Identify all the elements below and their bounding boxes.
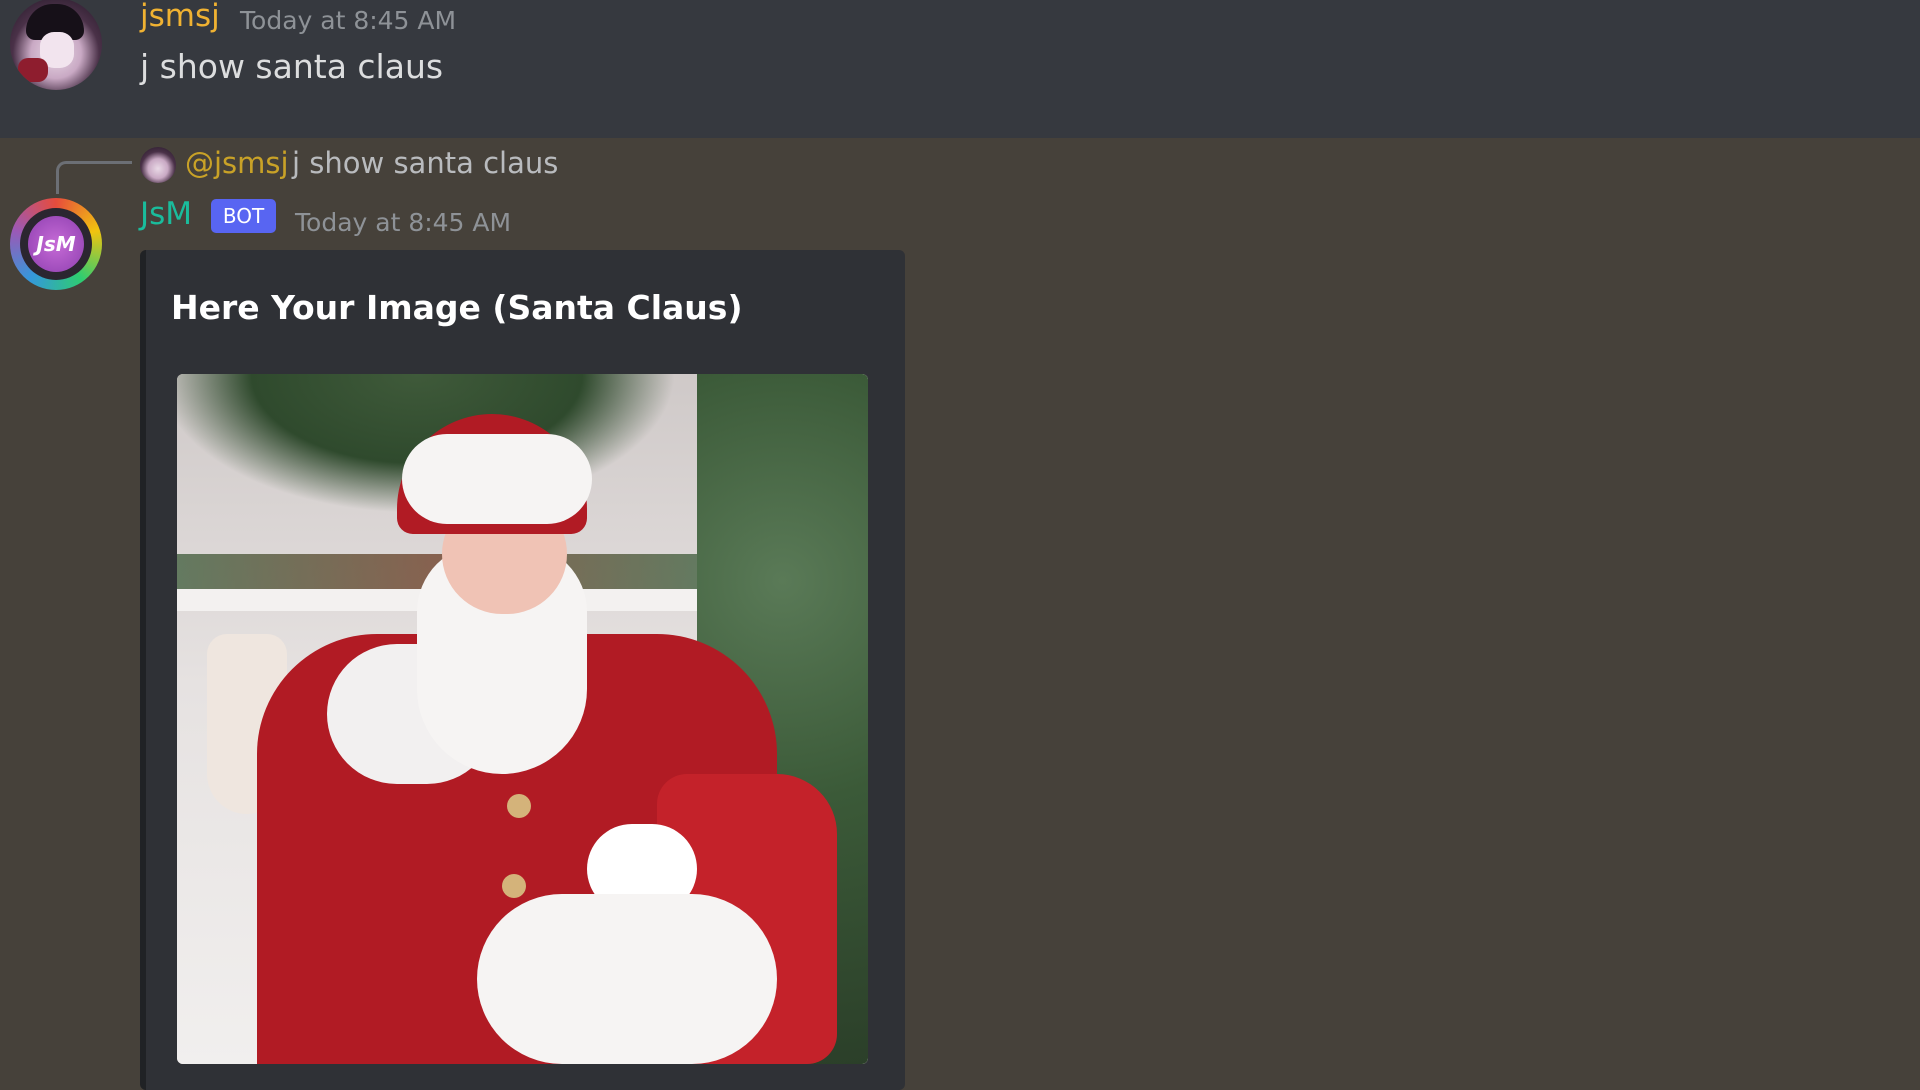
- image-santa-cuff: [477, 894, 777, 1064]
- bot-avatar[interactable]: JsM: [10, 198, 102, 290]
- username-bot[interactable]: JsM: [140, 196, 192, 232]
- message-content: j show santa claus: [140, 47, 444, 86]
- image-coat-button: [502, 874, 526, 898]
- username-jsmsj[interactable]: jsmsj: [140, 0, 220, 34]
- image-santa-hat-fur: [402, 434, 592, 524]
- message-timestamp[interactable]: Today at 8:45 AM: [240, 6, 456, 35]
- bot-badge: BOT: [211, 199, 276, 233]
- reply-avatar[interactable]: [140, 147, 176, 183]
- bot-avatar-logo: JsM: [28, 216, 84, 272]
- avatar-shirt: [18, 58, 48, 82]
- reply-preview-text[interactable]: j show santa claus: [292, 146, 558, 180]
- user-avatar[interactable]: [10, 0, 102, 90]
- embed-title: Here Your Image (Santa Claus): [171, 288, 743, 327]
- embed-image[interactable]: [177, 374, 868, 1064]
- reply-connector: [56, 161, 132, 194]
- bot-message-timestamp[interactable]: Today at 8:45 AM: [295, 208, 511, 237]
- reply-mention[interactable]: @jsmsj: [185, 146, 289, 180]
- image-coat-button: [507, 794, 531, 818]
